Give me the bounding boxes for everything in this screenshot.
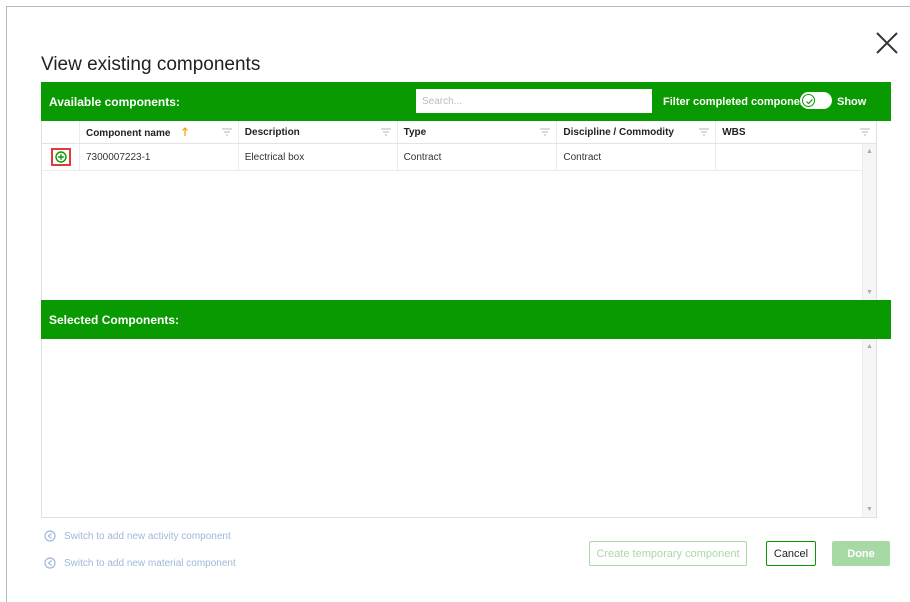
column-label: Component name: [85, 128, 171, 139]
switch-activity-label: Switch to add new activity component: [64, 530, 231, 542]
selected-components-header: Selected Components:: [41, 300, 891, 339]
arrow-left-circle-icon: [44, 557, 56, 569]
cell-description: Electrical box: [239, 144, 398, 170]
cell-type: Contract: [398, 144, 558, 170]
available-scrollbar[interactable]: ▲ ▼: [862, 144, 876, 300]
done-button[interactable]: Done: [832, 541, 890, 566]
sort-arrow-up-icon[interactable]: [181, 127, 189, 137]
filter-icon[interactable]: [540, 128, 551, 136]
check-icon: [806, 99, 813, 105]
available-components-grid: Component name Description Type Discipli…: [41, 121, 877, 300]
column-label: Type: [403, 127, 427, 138]
filter-completed-label: Filter completed components: [663, 96, 817, 108]
selected-scrollbar[interactable]: ▲ ▼: [862, 339, 876, 517]
show-label: Show: [837, 96, 867, 108]
add-component-button[interactable]: [51, 148, 71, 166]
filter-icon[interactable]: [699, 128, 710, 136]
plus-circle-icon: [55, 151, 67, 163]
cell-component-name: 7300007223-1: [80, 144, 239, 170]
cell-wbs: [716, 144, 876, 170]
selected-components-area: ▲ ▼: [41, 339, 877, 518]
available-components-label: Available components:: [49, 95, 180, 109]
column-header-discipline[interactable]: Discipline / Commodity: [557, 121, 717, 143]
add-cell: [42, 144, 80, 170]
available-components-header: Available components: Filter completed c…: [41, 82, 891, 121]
column-header-type[interactable]: Type: [398, 121, 558, 143]
grid-header-row: Component name Description Type Discipli…: [42, 121, 876, 144]
column-header-description[interactable]: Description: [239, 121, 398, 143]
close-icon[interactable]: [874, 30, 900, 56]
column-header-wbs[interactable]: WBS: [716, 121, 876, 143]
scroll-down-icon[interactable]: ▼: [866, 289, 873, 296]
scroll-up-icon[interactable]: ▲: [866, 343, 873, 350]
search-input[interactable]: [416, 89, 652, 113]
column-header-component-name[interactable]: Component name: [80, 121, 239, 143]
dialog-title: View existing components: [41, 54, 261, 75]
column-label: Discipline / Commodity: [563, 127, 674, 138]
scroll-up-icon[interactable]: ▲: [866, 148, 873, 155]
filter-icon[interactable]: [221, 128, 232, 136]
arrow-left-circle-icon: [44, 530, 56, 542]
switch-material-link[interactable]: Switch to add new material component: [44, 557, 236, 569]
cell-discipline: Contract: [557, 144, 717, 170]
create-temporary-component-button[interactable]: Create temporary component: [589, 541, 747, 566]
filter-completed-toggle[interactable]: [800, 92, 832, 109]
cancel-button[interactable]: Cancel: [766, 541, 816, 566]
toggle-knob: [802, 94, 815, 107]
scroll-down-icon[interactable]: ▼: [866, 506, 873, 513]
filter-icon[interactable]: [380, 128, 391, 136]
column-label: WBS: [722, 127, 746, 138]
filter-icon[interactable]: [860, 128, 871, 136]
switch-material-label: Switch to add new material component: [64, 557, 236, 569]
table-row[interactable]: 7300007223-1 Electrical box Contract Con…: [42, 144, 876, 171]
selected-components-label: Selected Components:: [49, 313, 180, 327]
grid-header-action: [42, 121, 80, 143]
switch-activity-link[interactable]: Switch to add new activity component: [44, 530, 231, 542]
column-label: Description: [244, 127, 300, 138]
